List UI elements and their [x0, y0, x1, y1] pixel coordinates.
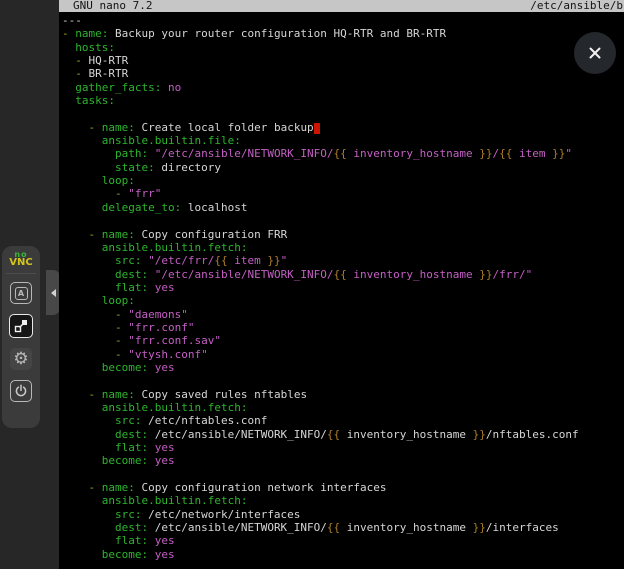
close-button[interactable]	[574, 32, 616, 74]
panel-collapse-handle[interactable]	[46, 270, 60, 315]
code-line: ansible.builtin.fetch:	[62, 401, 624, 414]
code-line	[62, 107, 624, 120]
code-line: - name: Backup your router configuration…	[62, 27, 624, 40]
code-line: ansible.builtin.file:	[62, 134, 624, 147]
panel-divider	[6, 273, 36, 274]
code-line: flat: yes	[62, 441, 624, 454]
code-line: - "frr.conf"	[62, 321, 624, 334]
code-line	[62, 468, 624, 481]
code-line: loop:	[62, 294, 624, 307]
code-line: path: "/etc/ansible/NETWORK_INFO/{{ inve…	[62, 147, 624, 160]
close-icon	[587, 45, 603, 61]
nano-titlebar: GNU nano 7.2 /etc/ansible/b	[59, 0, 624, 12]
code-line: - "frr.conf.sav"	[62, 334, 624, 347]
chevron-left-icon	[51, 289, 56, 297]
fullscreen-icon	[14, 319, 28, 333]
code-line: - "daemons"	[62, 308, 624, 321]
code-line: ---	[62, 14, 624, 27]
novnc-logo: no VNC	[9, 251, 32, 267]
file-path-label: /etc/ansible/b	[530, 0, 623, 12]
code-line: - BR-RTR	[62, 67, 624, 80]
code-line: state: directory	[62, 161, 624, 174]
power-icon	[14, 384, 28, 398]
code-line: hosts:	[62, 41, 624, 54]
code-line: gather_facts: no	[62, 81, 624, 94]
code-line: become: yes	[62, 548, 624, 561]
code-line: src: "/etc/frr/{{ item }}"	[62, 254, 624, 267]
code-line: become: yes	[62, 361, 624, 374]
gear-icon: ⚙	[13, 351, 28, 368]
terminal-window[interactable]: GNU nano 7.2 /etc/ansible/b ---- name: B…	[59, 0, 624, 569]
text-cursor	[314, 123, 321, 134]
code-line: become: yes	[62, 454, 624, 467]
code-line: src: /etc/network/interfaces	[62, 508, 624, 521]
editor-content[interactable]: ---- name: Backup your router configurat…	[59, 12, 624, 561]
code-line: tasks:	[62, 94, 624, 107]
code-line: dest: "/etc/ansible/NETWORK_INFO/{{ inve…	[62, 268, 624, 281]
settings-button[interactable]: ⚙	[10, 348, 32, 370]
vnc-sidebar: no VNC A ⚙	[0, 0, 59, 569]
novnc-logo-bottom: VNC	[9, 259, 32, 267]
code-line: dest: /etc/ansible/NETWORK_INFO/{{ inven…	[62, 521, 624, 534]
code-line: - name: Copy configuration network inter…	[62, 481, 624, 494]
code-line	[62, 374, 624, 387]
vnc-control-panel: no VNC A ⚙	[2, 246, 40, 428]
code-line: flat: yes	[62, 281, 624, 294]
code-line: flat: yes	[62, 534, 624, 547]
keyboard-a-icon: A	[15, 287, 28, 300]
code-line: delegate_to: localhost	[62, 201, 624, 214]
code-line	[62, 214, 624, 227]
fullscreen-button[interactable]	[9, 314, 33, 338]
code-line: - name: Copy saved rules nftables	[62, 388, 624, 401]
code-line: - name: Create local folder backup	[62, 121, 624, 134]
code-line: ansible.builtin.fetch:	[62, 494, 624, 507]
code-line: - "vtysh.conf"	[62, 348, 624, 361]
power-button[interactable]	[10, 380, 32, 402]
nano-version-label: GNU nano 7.2	[73, 0, 152, 12]
keyboard-button[interactable]: A	[10, 282, 32, 304]
code-line: dest: /etc/ansible/NETWORK_INFO/{{ inven…	[62, 428, 624, 441]
code-line: loop:	[62, 174, 624, 187]
code-line: src: /etc/nftables.conf	[62, 414, 624, 427]
code-line: - HQ-RTR	[62, 54, 624, 67]
code-line: ansible.builtin.fetch:	[62, 241, 624, 254]
code-line: - "frr"	[62, 187, 624, 200]
code-line: - name: Copy configuration FRR	[62, 228, 624, 241]
